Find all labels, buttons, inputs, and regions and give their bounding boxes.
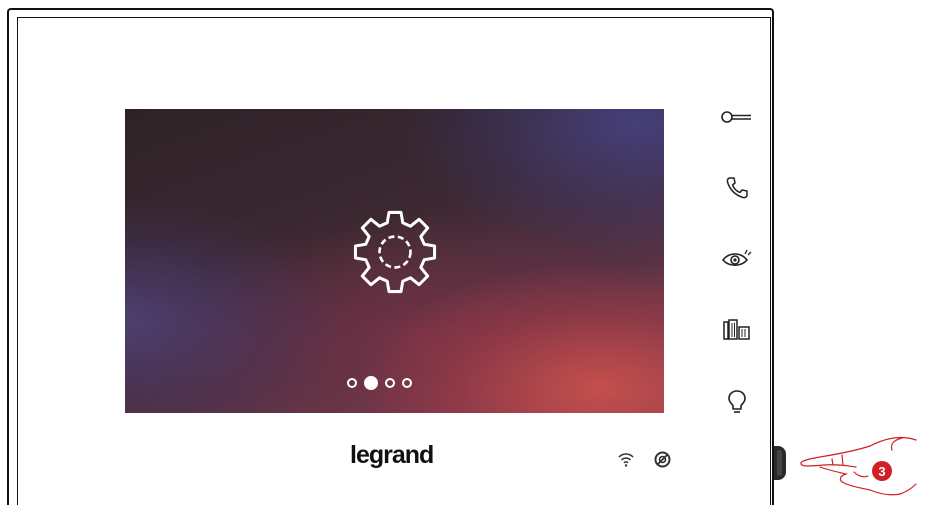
page-dot-1[interactable] — [347, 378, 357, 388]
page-dot-3[interactable] — [385, 378, 395, 388]
page-dot-2-active[interactable] — [364, 376, 378, 390]
brand-logo: legrand — [350, 441, 434, 469]
gate-icon — [723, 319, 750, 340]
camera-view-button[interactable] — [718, 242, 756, 274]
key-icon — [721, 111, 751, 123]
page-dot-4[interactable] — [402, 378, 412, 388]
gear-icon — [353, 210, 437, 294]
do-not-disturb-icon — [654, 451, 671, 468]
side-wheel-button[interactable] — [774, 446, 786, 480]
wifi-icon — [618, 453, 634, 467]
eye-icon — [721, 249, 752, 267]
call-answer-button[interactable] — [718, 172, 756, 204]
door-lock-key-button[interactable] — [718, 101, 756, 133]
page-indicator — [347, 376, 412, 390]
step-number-badge: 3 — [872, 461, 892, 481]
gate-open-button[interactable] — [718, 314, 756, 346]
device-screen[interactable] — [125, 109, 664, 413]
phone-handset-icon — [726, 177, 748, 199]
light-button[interactable] — [718, 386, 756, 418]
pointing-hand-illustration — [800, 436, 917, 496]
light-bulb-icon — [728, 390, 746, 413]
